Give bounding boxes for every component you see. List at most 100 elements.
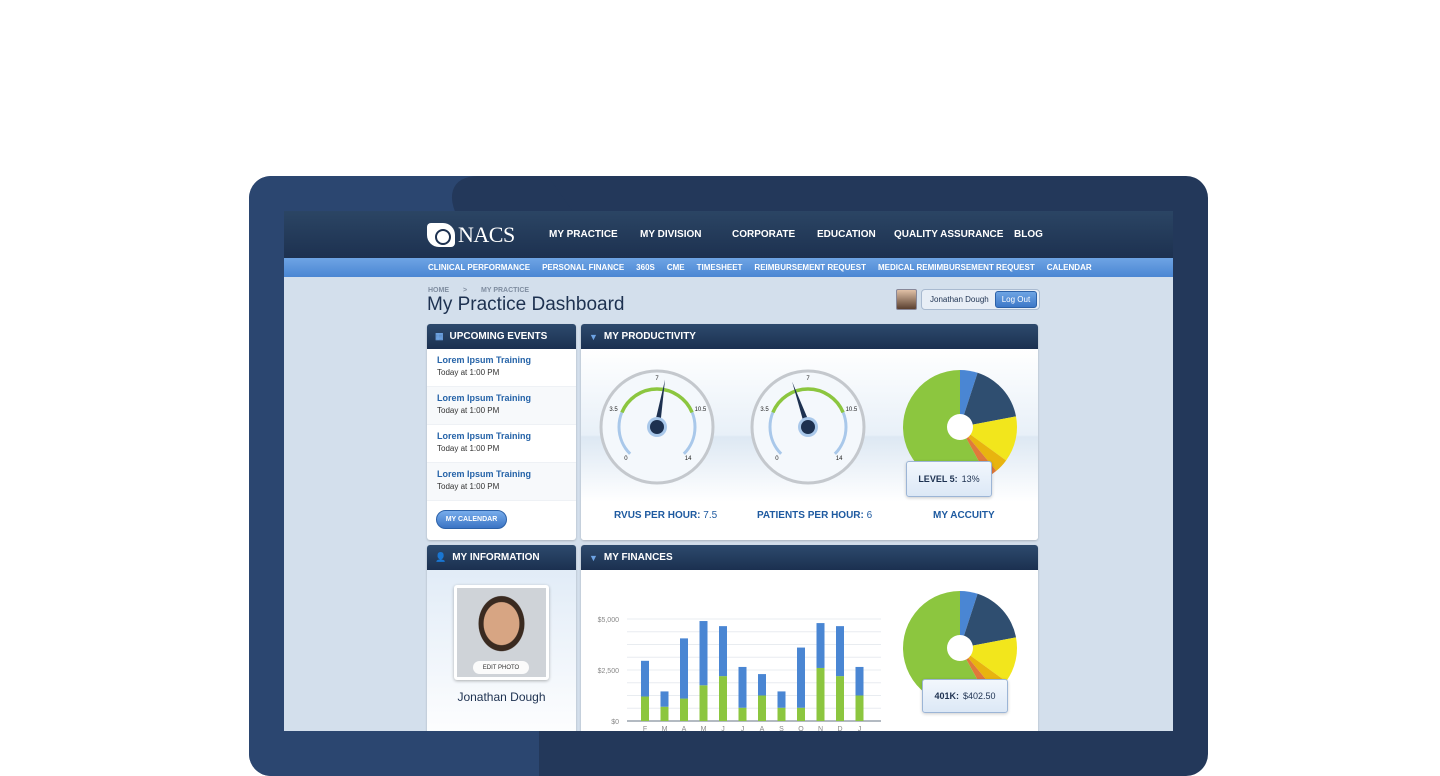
bar-segment-green[interactable] bbox=[855, 695, 864, 722]
event-item[interactable]: Lorem Ipsum Training Today at 1:00 PM bbox=[427, 349, 576, 387]
event-item[interactable]: Lorem Ipsum Training Today at 1:00 PM bbox=[427, 387, 576, 425]
y-tick-label: $5,000 bbox=[598, 617, 620, 624]
gauge-tick-label: 3.5 bbox=[760, 407, 769, 413]
event-title[interactable]: Lorem Ipsum Training bbox=[437, 431, 566, 441]
x-tick-label: O bbox=[798, 726, 804, 731]
rvus-gauge: 03.5710.514 bbox=[599, 369, 715, 485]
event-time: Today at 1:00 PM bbox=[437, 368, 500, 377]
event-list: Lorem Ipsum Training Today at 1:00 PM Lor… bbox=[427, 349, 576, 501]
nav-quality-assurance[interactable]: QUALITY ASSURANCE bbox=[894, 229, 1014, 240]
panel-title: MY INFORMATION bbox=[452, 552, 540, 563]
bar-segment-green[interactable] bbox=[699, 685, 708, 721]
event-title[interactable]: Lorem Ipsum Training bbox=[437, 393, 566, 403]
x-tick-label: A bbox=[682, 726, 687, 731]
bar-segment-green[interactable] bbox=[738, 707, 747, 721]
bar-segment-blue[interactable] bbox=[836, 626, 844, 677]
calendar-icon: ▦ bbox=[435, 331, 444, 341]
user-name: Jonathan Dough bbox=[930, 295, 989, 304]
panel-header: 👤 MY INFORMATION bbox=[427, 545, 576, 570]
bar-segment-blue[interactable] bbox=[680, 638, 688, 699]
bar-segment-green[interactable] bbox=[758, 695, 766, 722]
user-pill: Jonathan Dough Log Out bbox=[921, 289, 1041, 310]
nacs-logo[interactable]: NACS bbox=[427, 222, 515, 248]
bar-segment-green[interactable] bbox=[660, 706, 669, 721]
nav-corporate[interactable]: CORPORATE bbox=[732, 229, 817, 240]
breadcrumb-home[interactable]: HOME bbox=[428, 287, 449, 294]
bar-segment-blue[interactable] bbox=[758, 674, 766, 696]
panel-header[interactable]: ▼ MY PRODUCTIVITY bbox=[581, 324, 1038, 349]
bar-segment-blue[interactable] bbox=[699, 621, 708, 686]
breadcrumb: HOME > MY PRACTICE bbox=[428, 287, 541, 294]
gauge-hub bbox=[650, 420, 664, 434]
pie-hole bbox=[947, 635, 973, 661]
gauge-hub bbox=[801, 420, 815, 434]
subnav-timesheet[interactable]: TIMESHEET bbox=[697, 263, 743, 272]
rvus-value: 7.5 bbox=[703, 510, 718, 521]
nav-blog[interactable]: BLOG bbox=[1014, 229, 1043, 240]
caduceus-icon bbox=[427, 223, 455, 247]
tooltip-key: LEVEL 5: bbox=[918, 474, 958, 484]
bar-segment-green[interactable] bbox=[777, 707, 786, 721]
x-tick-label: J bbox=[721, 726, 725, 731]
bar-segment-green[interactable] bbox=[680, 698, 688, 721]
user-avatar[interactable] bbox=[896, 289, 917, 310]
panel-title: UPCOMING EVENTS bbox=[449, 331, 548, 342]
event-item[interactable]: Lorem Ipsum Training Today at 1:00 PM bbox=[427, 425, 576, 463]
x-tick-label: M bbox=[701, 726, 707, 731]
logout-button[interactable]: Log Out bbox=[994, 291, 1038, 308]
edit-photo-button[interactable]: EDIT PHOTO bbox=[473, 661, 529, 674]
rvus-label: RVUS PER HOUR: 7.5 bbox=[614, 510, 718, 521]
event-title[interactable]: Lorem Ipsum Training bbox=[437, 355, 566, 365]
patients-value: 6 bbox=[866, 510, 873, 521]
bar-segment-blue[interactable] bbox=[816, 623, 825, 668]
y-tick-label: $2,500 bbox=[598, 668, 620, 675]
bar-segment-blue[interactable] bbox=[777, 691, 786, 708]
gauge-tick-label: 3.5 bbox=[609, 407, 618, 413]
bar-segment-blue[interactable] bbox=[660, 691, 669, 707]
bar-segment-blue[interactable] bbox=[797, 647, 805, 708]
bar-segment-blue[interactable] bbox=[738, 666, 747, 708]
bar-segment-green[interactable] bbox=[797, 707, 805, 721]
subnav-clinical-performance[interactable]: CLINICAL PERFORMANCE bbox=[428, 263, 530, 272]
y-tick-label: $0 bbox=[611, 719, 619, 726]
subnav-reimbursement-request[interactable]: REIMBURSEMENT REQUEST bbox=[754, 263, 866, 272]
event-time: Today at 1:00 PM bbox=[437, 406, 500, 415]
event-title[interactable]: Lorem Ipsum Training bbox=[437, 469, 566, 479]
my-calendar-button[interactable]: MY CALENDAR bbox=[436, 510, 507, 529]
bar-segment-green[interactable] bbox=[641, 696, 649, 721]
x-tick-label: M bbox=[662, 726, 668, 731]
profile-photo: EDIT PHOTO bbox=[454, 585, 549, 680]
subnav-personal-finance[interactable]: PERSONAL FINANCE bbox=[542, 263, 624, 272]
bar-segment-green[interactable] bbox=[816, 667, 825, 721]
bar-segment-blue[interactable] bbox=[719, 626, 727, 677]
subnav-medical-reimbursement[interactable]: MEDICAL REMIMBURSEMENT REQUEST bbox=[878, 263, 1035, 272]
x-tick-label: N bbox=[818, 726, 823, 731]
productivity-body: 0 3.5 7 10.5 14 0 3.5 7 10.5 14 RVUS PER HOUR: 7… bbox=[581, 349, 1038, 540]
bar-segment-green[interactable] bbox=[719, 676, 727, 721]
app-screen: NACS MY PRACTICE MY DIVISION CORPORATE E… bbox=[284, 211, 1173, 731]
nav-education[interactable]: EDUCATION bbox=[817, 229, 894, 240]
upcoming-events-panel: ▦ UPCOMING EVENTS Lorem Ipsum Training To… bbox=[427, 324, 576, 540]
subnav-calendar[interactable]: CALENDAR bbox=[1047, 263, 1092, 272]
user-widget: Jonathan Dough Log Out bbox=[896, 289, 1041, 310]
panel-header[interactable]: ▼ MY FINANCES bbox=[581, 545, 1038, 570]
nav-my-division[interactable]: MY DIVISION bbox=[640, 229, 732, 240]
x-tick-label: J bbox=[858, 726, 862, 731]
breadcrumb-current: MY PRACTICE bbox=[481, 287, 530, 294]
subnav-360s[interactable]: 360S bbox=[636, 263, 655, 272]
logo-text: NACS bbox=[458, 222, 515, 247]
panel-header: ▦ UPCOMING EVENTS bbox=[427, 324, 576, 349]
x-tick-label: F bbox=[643, 726, 647, 731]
bar-segment-green[interactable] bbox=[836, 676, 844, 721]
collapse-triangle-icon[interactable]: ▼ bbox=[589, 553, 598, 563]
collapse-triangle-icon[interactable]: ▼ bbox=[589, 332, 598, 342]
event-item[interactable]: Lorem Ipsum Training Today at 1:00 PM bbox=[427, 463, 576, 501]
nav-my-practice[interactable]: MY PRACTICE bbox=[549, 229, 640, 240]
panel-title: MY FINANCES bbox=[603, 552, 673, 563]
bar-segment-blue[interactable] bbox=[855, 666, 864, 696]
main-nav: MY PRACTICE MY DIVISION CORPORATE EDUCAT… bbox=[549, 229, 1043, 240]
patients-gauge: 03.5710.514 bbox=[750, 369, 866, 485]
finances-panel: ▼ MY FINANCES $0 $2,500 $5,000 F M A M J J A S O N D J… bbox=[581, 545, 1038, 731]
bar-segment-blue[interactable] bbox=[641, 660, 649, 697]
subnav-cme[interactable]: CME bbox=[667, 263, 685, 272]
